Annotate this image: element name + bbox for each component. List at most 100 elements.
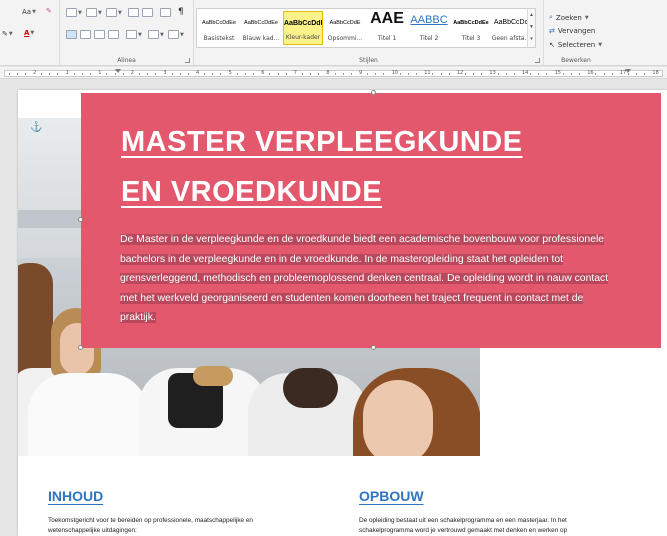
ruler-tick [244, 73, 246, 75]
resize-handle-top[interactable] [371, 90, 376, 95]
style-titel-1[interactable]: AAE Titel 1 [367, 10, 407, 45]
style-name: Blauw kad... [242, 35, 280, 42]
styles-launcher-icon[interactable] [535, 58, 540, 63]
ruler-tick [138, 73, 140, 75]
pilcrow-button[interactable]: ¶ [178, 7, 184, 17]
justify-button[interactable] [108, 30, 119, 39]
ruler-tick [310, 73, 312, 75]
align-left-button[interactable] [66, 30, 77, 39]
ruler-number: 9 [359, 70, 363, 76]
horizontal-ruler[interactable]: 2 1 1 2 3 4 5 6 7 8 9 10 11 12 13 14 15 16 17 18 [0, 67, 667, 79]
grow-font-label: Aa [22, 8, 32, 16]
ruler-number: 1 [98, 70, 102, 76]
bullets-button[interactable]: ▼ [66, 8, 82, 17]
pilcrow-icon: ¶ [178, 7, 184, 17]
ruler-strip [4, 70, 663, 77]
style-name: Geen afsta... [491, 35, 531, 42]
style-titel-3[interactable]: AaBbCcDdEe Titel 3 [451, 11, 491, 45]
ruler-tick [155, 73, 157, 75]
ruler-tick [277, 73, 279, 75]
style-name: Basistekst [203, 35, 235, 42]
font-group: Aa ▼ ✎ ✎ ▼ A ▼ [0, 0, 60, 66]
left-indent-marker[interactable] [115, 69, 121, 73]
style-sample: AaBbCcDdEe [453, 20, 489, 26]
paragraph-group-label: Alinea [117, 57, 136, 64]
clear-format-button[interactable]: ✎ [46, 7, 52, 15]
ruler-tick [57, 73, 59, 75]
ruler-number: 15 [554, 70, 561, 76]
shading-button[interactable]: ▼ [148, 30, 164, 39]
highlight-button[interactable]: ✎ ▼ [2, 30, 13, 38]
style-basistekst[interactable]: AaBbCcDdEe Basistekst [199, 11, 239, 45]
more-styles-icon[interactable]: ▾ [528, 33, 535, 45]
chevron-down-icon[interactable]: ▼ [528, 21, 535, 33]
ruler-tick [285, 73, 287, 75]
style-opsomming[interactable]: AaBbCcDdE Opsommi... [325, 11, 365, 45]
sort-button[interactable] [160, 8, 171, 17]
style-sample: AaBbCcDdEe [202, 20, 236, 26]
align-left-icon [66, 30, 77, 39]
line-spacing-button[interactable]: ▼ [126, 30, 142, 39]
ruler-number: 18 [652, 70, 659, 76]
opbouw-heading: OPBOUW [359, 488, 424, 504]
ribbon: Aa ▼ ✎ ✎ ▼ A ▼ ▼ ▼ ▼ ¶ ▼ ▼ ▼ Alinea Stijlen [0, 0, 667, 66]
grow-font-button[interactable]: Aa ▼ [22, 8, 36, 16]
borders-button[interactable]: ▼ [168, 30, 184, 39]
document-page[interactable]: ⚓ MASTER VERPLEEGKUNDE EN VROEDKUNDE De … [18, 90, 667, 536]
resize-handle-bottom-left[interactable] [78, 345, 83, 350]
intro-paragraph[interactable]: De Master in de verpleegkunde en de vroe… [120, 230, 626, 328]
ruler-tick [505, 73, 507, 75]
increase-indent-icon [142, 8, 153, 17]
ruler-tick [342, 73, 344, 75]
chevron-up-icon[interactable]: ▲ [528, 9, 535, 21]
increase-indent-button[interactable] [142, 8, 153, 17]
ruler-tick [448, 73, 450, 75]
style-geen-afstand[interactable]: AaBbCcDc Geen afsta... [491, 11, 531, 45]
ruler-number: 2 [33, 70, 37, 76]
opbouw-text-line: De opleiding bestaat uit een schakelprog… [359, 517, 567, 524]
ruler-tick [636, 73, 638, 75]
ruler-tick [122, 73, 124, 75]
title-textbox[interactable]: MASTER VERPLEEGKUNDE EN VROEDKUNDE De Ma… [81, 93, 661, 348]
decrease-indent-button[interactable] [128, 8, 139, 17]
ruler-tick [179, 73, 181, 75]
editing-group-label: Bewerken [561, 57, 591, 64]
ruler-tick [627, 73, 629, 75]
numbering-button[interactable]: ▼ [86, 8, 102, 17]
font-color-button[interactable]: A ▼ [24, 29, 34, 37]
ruler-tick [546, 73, 548, 75]
ruler-tick [367, 73, 369, 75]
style-blauw-kader[interactable]: AaBbCcDdEe Blauw kad... [241, 11, 281, 45]
bullets-icon [66, 8, 77, 17]
style-titel-2[interactable]: AABBC Titel 2 [409, 11, 449, 45]
multilevel-icon [106, 8, 117, 17]
resize-handle-bottom[interactable] [371, 345, 376, 350]
ruler-number: 13 [489, 70, 496, 76]
style-sample: AaBbCcDdE [329, 20, 361, 26]
paragraph-launcher-icon[interactable] [185, 58, 190, 63]
styles-group-label: Stijlen [359, 57, 378, 64]
justify-icon [108, 30, 119, 39]
select-button[interactable]: ↖ Selecteren ▼ [549, 41, 602, 49]
title-line-1: MASTER VERPLEEGKUNDE [121, 126, 523, 158]
ruler-number: 7 [293, 70, 297, 76]
styles-gallery-scroll[interactable]: ▲ ▼ ▾ [527, 9, 535, 47]
style-sample: AAE [370, 10, 404, 27]
style-name: Titel 3 [461, 35, 481, 42]
right-indent-marker[interactable] [625, 69, 631, 73]
align-center-button[interactable] [80, 30, 91, 39]
ruler-number: 5 [228, 70, 232, 76]
replace-button[interactable]: ⇄ Vervangen [549, 27, 595, 35]
find-button[interactable]: ⌕ Zoeken ▼ [549, 13, 589, 22]
ruler-tick [220, 73, 222, 75]
borders-icon [168, 30, 179, 39]
find-label: Zoeken [555, 13, 582, 22]
ruler-tick [595, 73, 597, 75]
multilevel-button[interactable]: ▼ [106, 8, 122, 17]
anchor-icon[interactable]: ⚓ [30, 122, 42, 133]
ruler-tick [432, 73, 434, 75]
resize-handle-left[interactable] [78, 217, 83, 222]
align-right-button[interactable] [94, 30, 105, 39]
style-kleur-kader[interactable]: AaBbCcDdE Kleur-kader [283, 11, 323, 45]
ruler-tick [24, 73, 26, 75]
